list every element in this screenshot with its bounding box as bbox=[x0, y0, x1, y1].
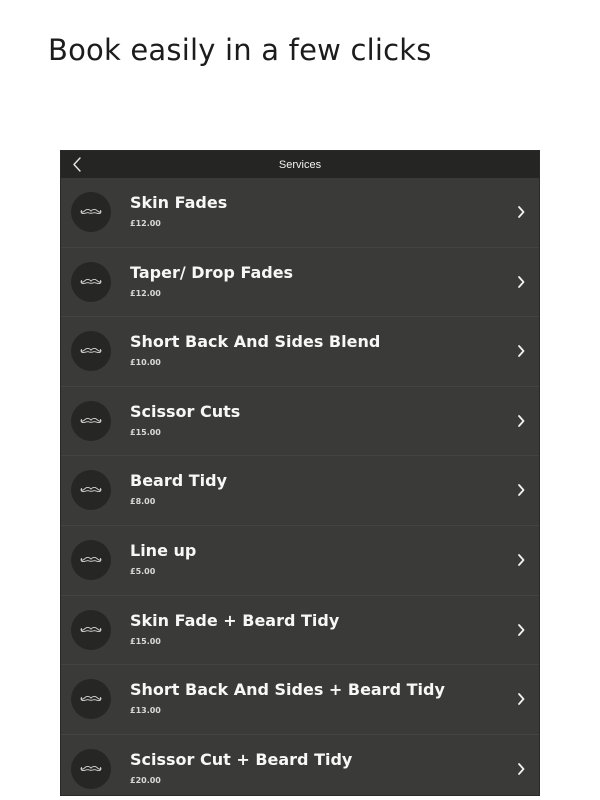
moustache-icon bbox=[71, 609, 111, 650]
service-list-item[interactable]: Scissor Cut + Beard Tidy £20.00 bbox=[61, 735, 539, 795]
moustache-icon bbox=[71, 192, 111, 232]
service-name: Short Back And Sides Blend bbox=[130, 332, 381, 352]
service-name: Scissor Cuts bbox=[130, 401, 241, 421]
navigation-bar: Services bbox=[61, 151, 539, 178]
chevron-left-icon[interactable] bbox=[71, 156, 85, 173]
chevron-right-icon[interactable] bbox=[517, 205, 525, 219]
moustache-icon bbox=[71, 470, 111, 511]
chevron-right-icon[interactable] bbox=[517, 275, 525, 289]
services-screen: Services Skin Fades £12.00 Taper/ Drop F… bbox=[60, 150, 540, 796]
chevron-right-icon[interactable] bbox=[517, 483, 525, 497]
page-headline: Book easily in a few clicks bbox=[48, 33, 432, 67]
chevron-right-icon[interactable] bbox=[517, 623, 525, 637]
service-list-item[interactable]: Short Back And Sides Blend £10.00 bbox=[61, 317, 539, 387]
service-price: £12.00 bbox=[130, 219, 161, 228]
service-name: Short Back And Sides + Beard Tidy bbox=[130, 680, 445, 700]
moustache-icon bbox=[71, 748, 111, 789]
service-name: Taper/ Drop Fades bbox=[130, 262, 294, 282]
moustache-icon bbox=[71, 679, 111, 720]
moustache-icon bbox=[71, 331, 111, 372]
service-name: Scissor Cut + Beard Tidy bbox=[130, 749, 353, 769]
service-list-item[interactable]: Scissor Cuts £15.00 bbox=[61, 387, 539, 457]
chevron-right-icon[interactable] bbox=[517, 692, 525, 706]
service-list-item[interactable]: Short Back And Sides + Beard Tidy £13.00 bbox=[61, 665, 539, 735]
moustache-icon bbox=[71, 261, 111, 302]
moustache-icon bbox=[71, 539, 111, 580]
service-price: £12.00 bbox=[130, 288, 161, 298]
service-name: Line up bbox=[130, 540, 197, 560]
service-price: £15.00 bbox=[130, 427, 161, 437]
navigation-title: Services bbox=[278, 158, 322, 171]
service-list-item[interactable]: Taper/ Drop Fades £12.00 bbox=[61, 248, 539, 318]
chevron-right-icon[interactable] bbox=[517, 344, 525, 358]
service-price: £20.00 bbox=[130, 775, 161, 785]
service-list-item[interactable]: Line up £5.00 bbox=[61, 526, 539, 596]
service-price: £8.00 bbox=[130, 497, 156, 507]
service-list-item[interactable]: Skin Fade + Beard Tidy £15.00 bbox=[61, 596, 539, 666]
service-price: £13.00 bbox=[130, 706, 161, 716]
service-price: £15.00 bbox=[130, 636, 161, 646]
chevron-right-icon[interactable] bbox=[517, 762, 525, 776]
service-name: Skin Fade + Beard Tidy bbox=[130, 610, 340, 630]
chevron-right-icon[interactable] bbox=[517, 553, 525, 567]
service-list-item[interactable]: Skin Fades £12.00 bbox=[61, 178, 539, 248]
service-list: Skin Fades £12.00 Taper/ Drop Fades £12.… bbox=[61, 178, 539, 795]
chevron-right-icon[interactable] bbox=[517, 414, 525, 428]
service-list-item[interactable]: Beard Tidy £8.00 bbox=[61, 456, 539, 526]
moustache-icon bbox=[71, 400, 111, 441]
service-name: Beard Tidy bbox=[130, 471, 228, 491]
service-name: Skin Fades bbox=[130, 193, 228, 212]
service-price: £5.00 bbox=[130, 566, 156, 576]
service-price: £10.00 bbox=[130, 358, 161, 368]
